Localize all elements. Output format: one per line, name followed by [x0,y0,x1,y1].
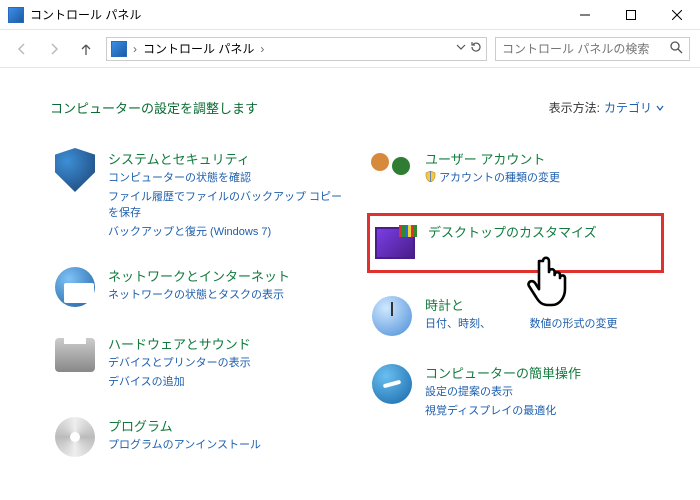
category-sublink[interactable]: ネットワークの状態とタスクの表示 [108,287,290,304]
control-panel-icon [8,7,24,23]
monitor-icon [374,222,416,264]
view-by: 表示方法: カテゴリ [549,99,664,116]
category-sublink[interactable]: 日付、時刻、 数値の形式の変更 [425,316,618,333]
search-box[interactable] [495,37,690,61]
globe-icon [54,266,96,308]
breadcrumb-sep-icon: › [258,42,266,56]
category-title[interactable]: 時計と [425,295,618,314]
printer-icon [54,334,96,376]
refresh-icon[interactable] [470,41,482,56]
nav-back-button[interactable] [10,37,34,61]
admin-shield-icon [425,171,436,182]
address-dropdowns [456,41,482,56]
category-title[interactable]: システムとセキュリティ [108,149,343,168]
category-sublink[interactable]: 設定の提案の表示 [425,384,581,401]
category-title[interactable]: プログラム [108,416,261,435]
category-sublink[interactable]: デバイスとプリンターの表示 [108,355,251,372]
view-by-label: 表示方法: [549,99,600,116]
minimize-button[interactable] [562,0,608,30]
breadcrumb-sep-icon: › [131,42,139,56]
window-title: コントロール パネル [30,6,562,23]
view-by-value[interactable]: カテゴリ [604,99,652,116]
users-icon [371,149,413,191]
category-sublink[interactable]: バックアップと復元 (Windows 7) [108,224,343,241]
category-sublink[interactable]: ファイル履歴でファイルのバックアップ コピーを保存 [108,189,343,222]
address-bar[interactable]: › コントロール パネル › [106,37,487,61]
top-line: コンピューターの設定を調整します 表示方法: カテゴリ [50,98,664,117]
category-clock-region[interactable]: 時計と 日付、時刻、 数値の形式の変更 [367,291,664,341]
shield-icon [54,149,96,191]
search-input[interactable] [502,42,670,56]
category-sublink[interactable]: 視覚ディスプレイの最適化 [425,403,581,420]
category-user-accounts[interactable]: ユーザー アカウント アカウントの種類の変更 [367,145,664,195]
category-system-security[interactable]: システムとセキュリティ コンピューターの状態を確認 ファイル履歴でファイルのバッ… [50,145,347,244]
breadcrumb-root[interactable]: コントロール パネル [143,40,254,57]
category-columns: システムとセキュリティ コンピューターの状態を確認 ファイル履歴でファイルのバッ… [50,145,664,462]
history-dropdown-icon[interactable] [456,41,466,56]
accessibility-icon [371,363,413,405]
page-heading: コンピューターの設定を調整します [50,98,258,117]
titlebar: コントロール パネル [0,0,700,30]
disc-icon [54,416,96,458]
category-appearance[interactable]: デスクトップのカスタマイズ [367,213,664,273]
category-sublink[interactable]: デバイスの追加 [108,374,251,391]
category-title[interactable]: デスクトップのカスタマイズ [428,222,597,241]
window-controls [562,0,700,30]
address-icon [111,41,127,57]
category-title[interactable]: ハードウェアとサウンド [108,334,251,353]
maximize-button[interactable] [608,0,654,30]
category-programs[interactable]: プログラム プログラムのアンインストール [50,412,347,462]
category-title[interactable]: ユーザー アカウント [425,149,560,168]
search-icon[interactable] [670,41,683,57]
category-ease-of-access[interactable]: コンピューターの簡単操作 設定の提案の表示 視覚ディスプレイの最適化 [367,359,664,423]
nav-forward-button[interactable] [42,37,66,61]
category-title[interactable]: コンピューターの簡単操作 [425,363,581,382]
right-column: ユーザー アカウント アカウントの種類の変更 デスクトップのカスタマイズ [367,145,664,462]
close-button[interactable] [654,0,700,30]
category-sublink[interactable]: コンピューターの状態を確認 [108,170,343,187]
nav-up-button[interactable] [74,37,98,61]
category-hardware[interactable]: ハードウェアとサウンド デバイスとプリンターの表示 デバイスの追加 [50,330,347,394]
clock-icon [371,295,413,337]
content-area: コンピューターの設定を調整します 表示方法: カテゴリ システムとセキュリティ … [0,68,700,472]
category-title[interactable]: ネットワークとインターネット [108,266,290,285]
toolbar: › コントロール パネル › [0,30,700,68]
category-sublink[interactable]: アカウントの種類の変更 [425,170,560,187]
left-column: システムとセキュリティ コンピューターの状態を確認 ファイル履歴でファイルのバッ… [50,145,347,462]
category-sublink[interactable]: プログラムのアンインストール [108,437,261,454]
chevron-down-icon[interactable] [656,101,664,115]
category-network[interactable]: ネットワークとインターネット ネットワークの状態とタスクの表示 [50,262,347,312]
